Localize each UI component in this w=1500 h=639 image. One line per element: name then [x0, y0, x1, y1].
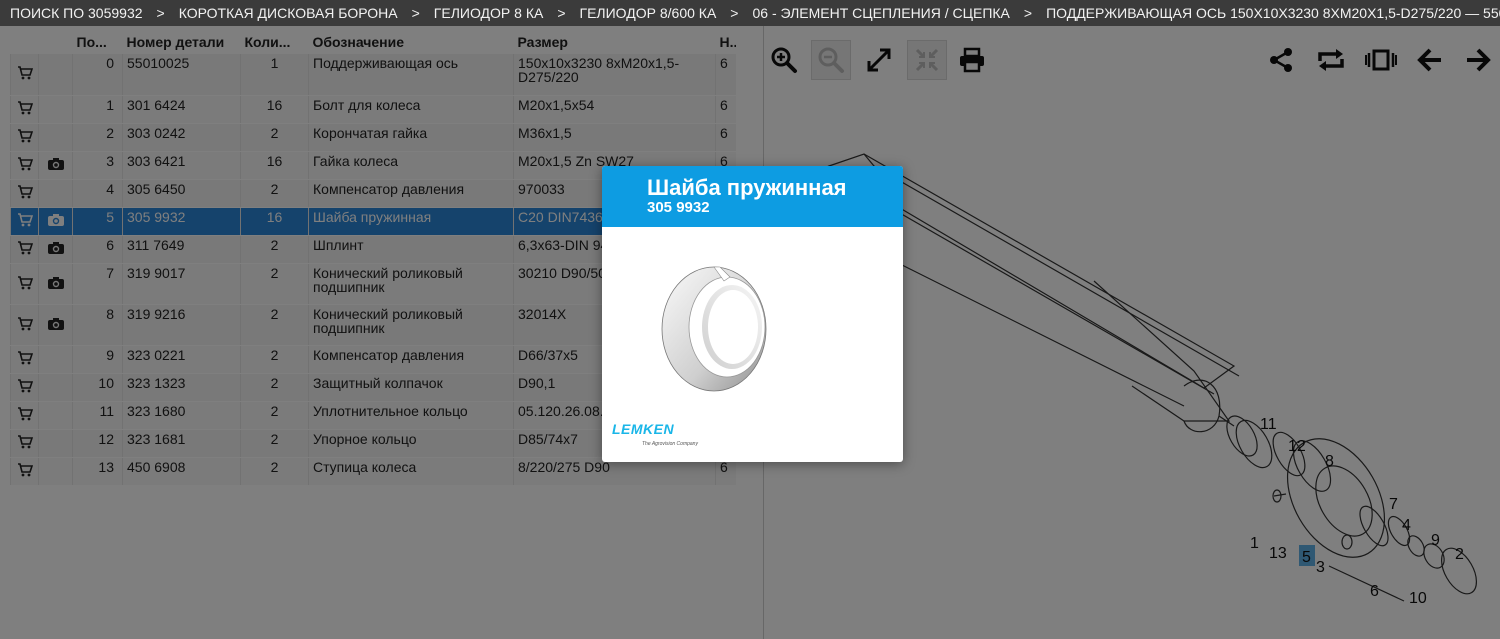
breadcrumb-item-assembly: ПОДДЕРЖИВАЮЩАЯ ОСЬ 150X10X3230 8XM20X1,5…	[1046, 5, 1500, 21]
breadcrumb-separator: >	[156, 5, 165, 21]
modal-part-number: 305 9932	[647, 199, 710, 216]
brand-tagline: The Agrovision Company	[642, 441, 698, 447]
breadcrumb-item-variant[interactable]: ГЕЛИОДОР 8/600 КА	[580, 5, 717, 21]
breadcrumb-separator: >	[1023, 5, 1033, 21]
breadcrumb-separator: >	[730, 5, 739, 21]
part-preview-modal: Шайба пружинная 305 9932 LEMKEN The Agro…	[602, 166, 903, 462]
breadcrumb: ПОИСК ПО 3059932 > КОРОТКАЯ ДИСКОВАЯ БОРОН…	[0, 0, 1500, 26]
breadcrumb-item-group[interactable]: 06 - ЭЛЕМЕНТ СЦЕПЛЕНИЯ / СЦЕПКА	[752, 5, 1009, 21]
breadcrumb-separator: >	[557, 5, 566, 21]
modal-header: Шайба пружинная 305 9932	[602, 166, 903, 227]
breadcrumb-item-model[interactable]: ГЕЛИОДОР 8 КА	[434, 5, 544, 21]
breadcrumb-item-search[interactable]: ПОИСК ПО 3059932	[10, 5, 143, 21]
brand-logo: LEMKEN	[612, 421, 675, 437]
modal-body: LEMKEN The Agrovision Company	[602, 227, 903, 462]
breadcrumb-item-category[interactable]: КОРОТКАЯ ДИСКОВАЯ БОРОНА	[179, 5, 398, 21]
modal-title: Шайба пружинная	[647, 175, 847, 200]
breadcrumb-separator: >	[411, 5, 420, 21]
